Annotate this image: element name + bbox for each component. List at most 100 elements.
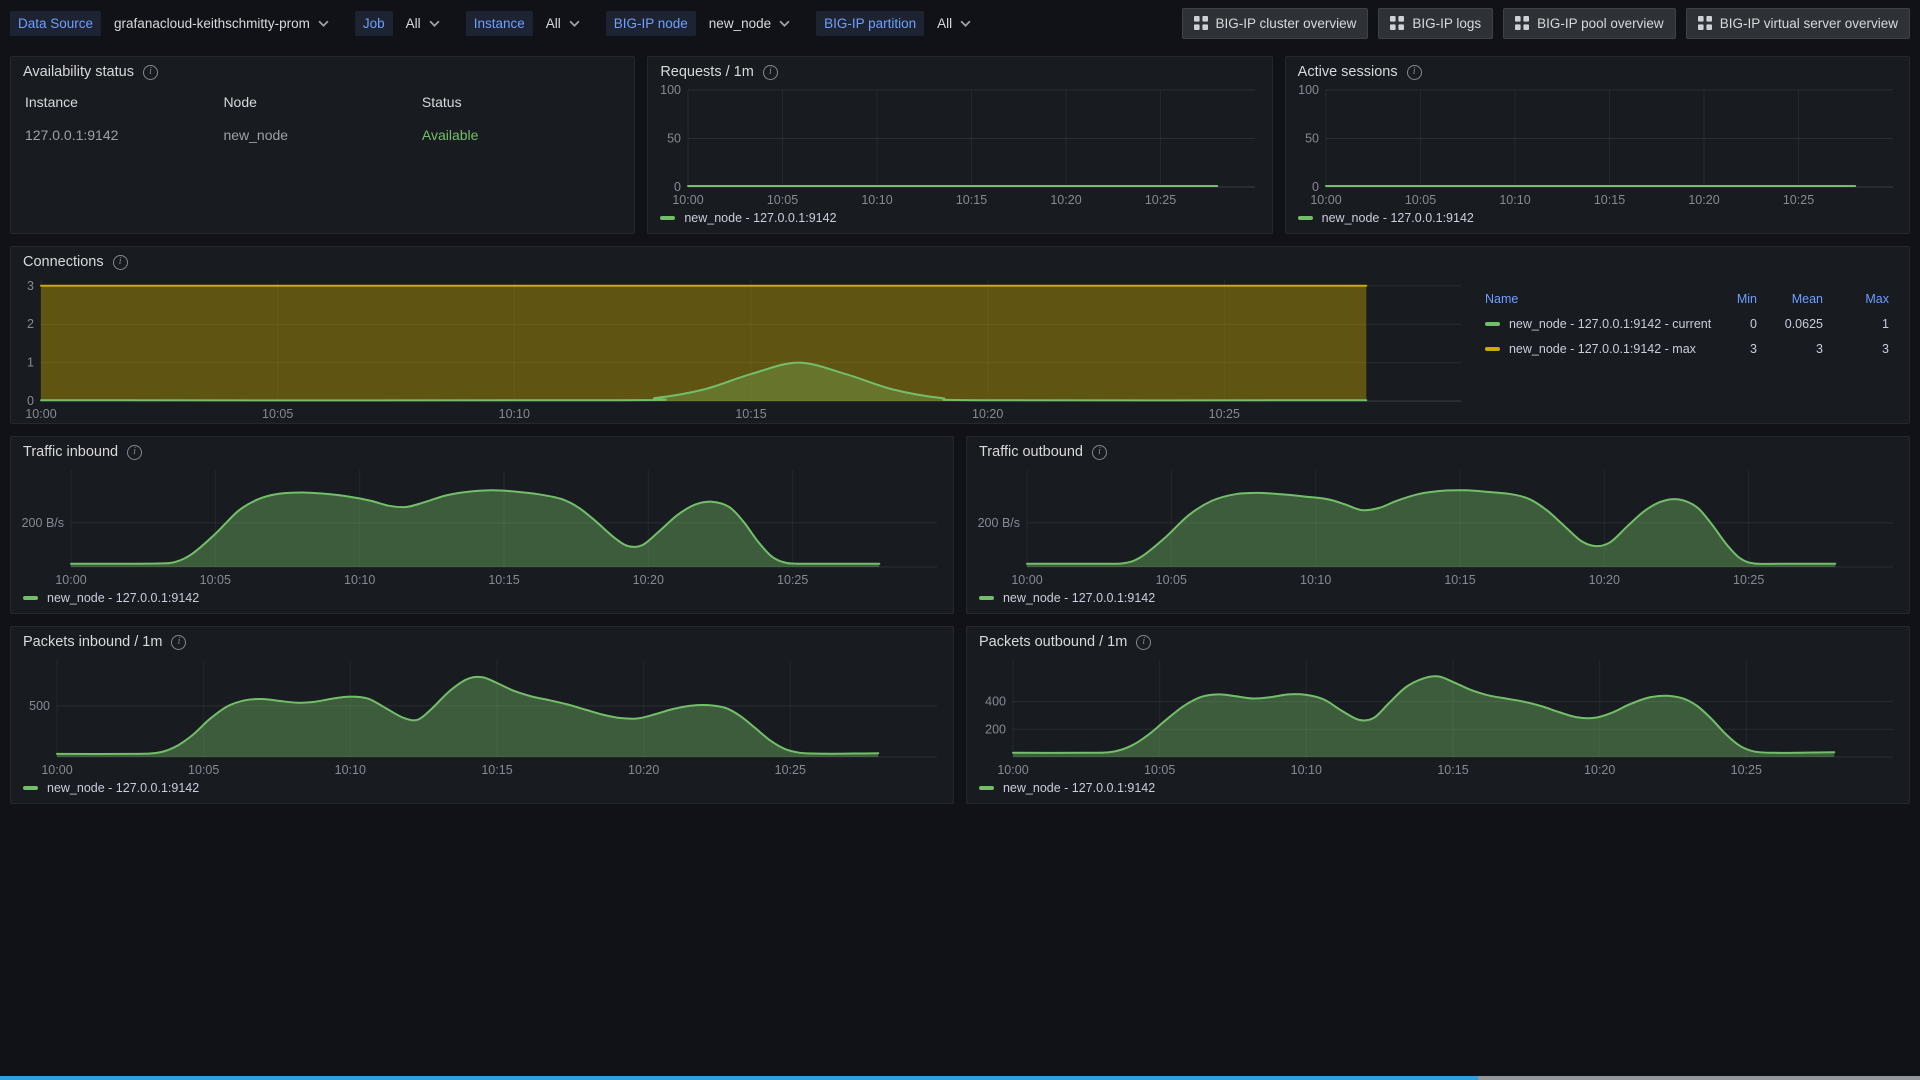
var-bigip-node-select[interactable]: new_node bbox=[705, 12, 794, 35]
apps-icon bbox=[1390, 16, 1404, 30]
chart-legend[interactable]: new_node - 127.0.0.1:9142 bbox=[967, 779, 1909, 803]
stat-min: 0 bbox=[1691, 317, 1757, 331]
info-icon[interactable]: i bbox=[171, 635, 186, 650]
chevron-down-icon bbox=[960, 20, 971, 27]
series-marker bbox=[23, 786, 38, 790]
panel-title[interactable]: Connections bbox=[23, 254, 104, 270]
panel-connections: Connections i 012310:0010:0510:1010:1510… bbox=[10, 246, 1910, 424]
stat-min: 3 bbox=[1691, 342, 1757, 356]
chart-legend[interactable]: new_node - 127.0.0.1:9142 bbox=[1286, 209, 1909, 233]
svg-text:10:00: 10:00 bbox=[41, 763, 72, 777]
svg-text:10:10: 10:10 bbox=[862, 193, 893, 207]
svg-text:10:00: 10:00 bbox=[997, 763, 1028, 777]
var-data-source: Data Source grafanacloud-keithschmitty-p… bbox=[10, 11, 333, 36]
svg-text:100: 100 bbox=[660, 83, 681, 97]
chart-legend[interactable]: new_node - 127.0.0.1:9142 bbox=[11, 779, 953, 803]
packets-outbound-chart[interactable]: 20040010:0010:0510:1010:1510:2010:25 bbox=[971, 652, 1903, 779]
svg-text:50: 50 bbox=[1305, 132, 1319, 146]
chart-legend[interactable]: new_node - 127.0.0.1:9142 bbox=[648, 209, 1271, 233]
requests-chart[interactable]: 05010010:0010:0510:1010:1510:2010:25 bbox=[652, 82, 1265, 209]
svg-text:10:25: 10:25 bbox=[1209, 407, 1240, 421]
link-bigip-virtual-server-overview[interactable]: BIG-IP virtual server overview bbox=[1686, 8, 1910, 39]
series-label: new_node - 127.0.0.1:9142 bbox=[1003, 781, 1155, 795]
var-bigip-partition-select[interactable]: All bbox=[933, 12, 975, 35]
var-job-label: Job bbox=[355, 11, 393, 36]
panel-title[interactable]: Active sessions bbox=[1298, 64, 1398, 80]
panel-title[interactable]: Requests / 1m bbox=[660, 64, 754, 80]
panel-title[interactable]: Traffic inbound bbox=[23, 444, 118, 460]
panel-title[interactable]: Availability status bbox=[23, 64, 134, 80]
info-icon[interactable]: i bbox=[1092, 445, 1107, 460]
var-bigip-partition-value: All bbox=[937, 16, 952, 31]
series-toggle[interactable]: new_node - 127.0.0.1:9142 - max bbox=[1485, 342, 1691, 356]
svg-text:10:15: 10:15 bbox=[735, 407, 766, 421]
series-label: new_node - 127.0.0.1:9142 bbox=[1003, 591, 1155, 605]
svg-text:0: 0 bbox=[674, 180, 681, 194]
panel-title[interactable]: Packets inbound / 1m bbox=[23, 634, 162, 650]
chart-legend[interactable]: new_node - 127.0.0.1:9142 bbox=[11, 589, 953, 613]
var-instance-select[interactable]: All bbox=[542, 12, 584, 35]
svg-text:200 B/s: 200 B/s bbox=[978, 516, 1020, 530]
info-icon[interactable]: i bbox=[763, 65, 778, 80]
panel-title[interactable]: Packets outbound / 1m bbox=[979, 634, 1127, 650]
svg-text:10:20: 10:20 bbox=[1051, 193, 1082, 207]
var-data-source-value: grafanacloud-keithschmitty-prom bbox=[114, 16, 310, 31]
stat-max: 1 bbox=[1823, 317, 1889, 331]
series-toggle[interactable]: new_node - 127.0.0.1:9142 - current bbox=[1485, 317, 1691, 331]
series-marker bbox=[979, 786, 994, 790]
svg-text:10:00: 10:00 bbox=[55, 573, 86, 587]
link-bigip-cluster-overview[interactable]: BIG-IP cluster overview bbox=[1182, 8, 1369, 39]
svg-text:10:20: 10:20 bbox=[633, 573, 664, 587]
info-icon[interactable]: i bbox=[1407, 65, 1422, 80]
link-bigip-logs[interactable]: BIG-IP logs bbox=[1378, 8, 1493, 39]
panel-requests-1m: Requests / 1m i 05010010:0010:0510:1010:… bbox=[647, 56, 1272, 234]
info-icon[interactable]: i bbox=[113, 255, 128, 270]
info-icon[interactable]: i bbox=[143, 65, 158, 80]
var-bigip-node-value: new_node bbox=[709, 16, 771, 31]
legend-header-max[interactable]: Max bbox=[1823, 292, 1889, 306]
progress-bar-rest bbox=[1478, 1076, 1920, 1080]
panel-title[interactable]: Traffic outbound bbox=[979, 444, 1083, 460]
dashboard-links: BIG-IP cluster overview BIG-IP logs BIG-… bbox=[1182, 8, 1910, 39]
var-bigip-partition-label: BIG-IP partition bbox=[816, 11, 924, 36]
dashboard-controls-bar: Data Source grafanacloud-keithschmitty-p… bbox=[0, 0, 1920, 46]
svg-text:10:25: 10:25 bbox=[775, 763, 806, 777]
series-label: new_node - 127.0.0.1:9142 bbox=[47, 591, 199, 605]
progress-bar-filled bbox=[0, 1076, 1478, 1080]
svg-text:3: 3 bbox=[27, 279, 34, 293]
svg-text:10:25: 10:25 bbox=[1731, 763, 1762, 777]
svg-text:10:05: 10:05 bbox=[188, 763, 219, 777]
traffic-outbound-chart[interactable]: 200 B/s10:0010:0510:1010:1510:2010:25 bbox=[971, 462, 1903, 589]
svg-text:400: 400 bbox=[985, 695, 1006, 709]
svg-text:10:20: 10:20 bbox=[628, 763, 659, 777]
legend-row-current: new_node - 127.0.0.1:9142 - current 0 0.… bbox=[1485, 311, 1889, 336]
panel-traffic-outbound: Traffic outbound i 200 B/s10:0010:0510:1… bbox=[966, 436, 1910, 614]
info-icon[interactable]: i bbox=[127, 445, 142, 460]
link-bigip-pool-overview[interactable]: BIG-IP pool overview bbox=[1503, 8, 1676, 39]
info-icon[interactable]: i bbox=[1136, 635, 1151, 650]
svg-text:10:05: 10:05 bbox=[767, 193, 798, 207]
svg-text:10:00: 10:00 bbox=[25, 407, 56, 421]
status-badge: Available bbox=[422, 127, 620, 143]
chart-legend[interactable]: new_node - 127.0.0.1:9142 bbox=[967, 589, 1909, 613]
var-data-source-select[interactable]: grafanacloud-keithschmitty-prom bbox=[110, 12, 333, 35]
svg-text:10:20: 10:20 bbox=[1584, 763, 1615, 777]
legend-header-name[interactable]: Name bbox=[1485, 292, 1691, 306]
stat-mean: 0.0625 bbox=[1757, 317, 1823, 331]
svg-text:10:15: 10:15 bbox=[1594, 193, 1625, 207]
panel-traffic-inbound: Traffic inbound i 200 B/s10:0010:0510:10… bbox=[10, 436, 954, 614]
var-job-select[interactable]: All bbox=[402, 12, 444, 35]
packets-inbound-chart[interactable]: 50010:0010:0510:1010:1510:2010:25 bbox=[15, 652, 947, 779]
connections-chart[interactable]: 012310:0010:0510:1010:1510:2010:25 bbox=[15, 272, 1471, 423]
traffic-inbound-chart[interactable]: 200 B/s10:0010:0510:1010:1510:2010:25 bbox=[15, 462, 947, 589]
svg-text:10:10: 10:10 bbox=[1291, 763, 1322, 777]
panel-header: Availability status i bbox=[11, 57, 634, 82]
series-marker bbox=[1485, 322, 1500, 326]
legend-header-min[interactable]: Min bbox=[1691, 292, 1757, 306]
active-sessions-chart[interactable]: 05010010:0010:0510:1010:1510:2010:25 bbox=[1290, 82, 1903, 209]
legend-header-mean[interactable]: Mean bbox=[1757, 292, 1823, 306]
chevron-down-icon bbox=[569, 20, 580, 27]
svg-text:200 B/s: 200 B/s bbox=[22, 516, 64, 530]
svg-text:10:05: 10:05 bbox=[1144, 763, 1175, 777]
var-bigip-partition: BIG-IP partition All bbox=[816, 11, 975, 36]
